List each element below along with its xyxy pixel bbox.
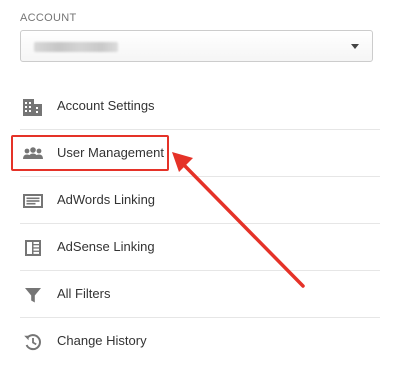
adsense-link-icon — [22, 238, 44, 258]
menu-item-account-settings[interactable]: Account Settings — [20, 83, 380, 130]
menu-item-label: AdWords Linking — [57, 192, 156, 207]
menu-item-adwords-linking[interactable]: AdWords Linking — [20, 177, 380, 224]
menu-item-label: Account Settings — [57, 98, 155, 113]
menu-item-label: All Filters — [57, 286, 111, 301]
menu-item-label: AdSense Linking — [57, 239, 155, 254]
filter-icon — [22, 285, 44, 305]
adwords-link-icon — [22, 191, 44, 211]
menu-item-label: Change History — [57, 333, 147, 348]
history-icon — [22, 332, 44, 352]
building-icon — [22, 97, 44, 117]
menu-item-adsense-linking[interactable]: AdSense Linking — [20, 224, 380, 271]
menu-item-change-history[interactable]: Change History — [20, 318, 380, 365]
chevron-down-icon — [351, 44, 359, 49]
account-select[interactable] — [20, 30, 373, 62]
account-select-value-blurred — [34, 42, 118, 52]
account-section-label: ACCOUNT — [20, 12, 77, 24]
menu-item-all-filters[interactable]: All Filters — [20, 271, 380, 318]
highlight-box-user-management — [11, 135, 169, 171]
